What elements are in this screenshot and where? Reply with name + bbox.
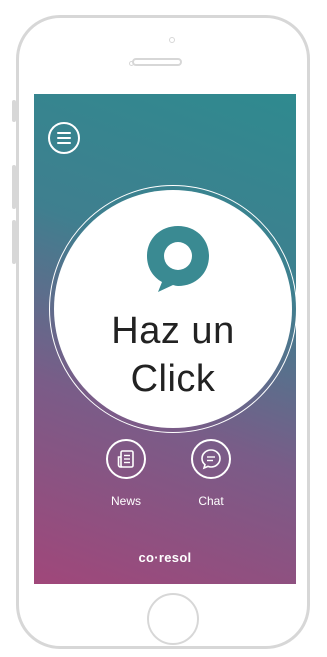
chat-icon: [201, 449, 221, 470]
haz-un-click-button[interactable]: Haz un Click: [54, 190, 292, 428]
cta-text-line-2: Click: [130, 358, 216, 400]
cta-text-line-1: Haz un: [111, 310, 235, 352]
app-screen: Haz un Click News Chat co·resol: [34, 94, 296, 584]
front-camera: [169, 37, 175, 43]
news-icon: [117, 450, 134, 468]
news-button[interactable]: [106, 439, 146, 479]
mute-switch: [12, 100, 16, 122]
chat-bubble-icon: [147, 226, 209, 292]
volume-down-button: [12, 220, 16, 264]
news-label: News: [110, 494, 141, 508]
earpiece-speaker: [132, 58, 182, 66]
home-button: [147, 593, 199, 645]
volume-up-button: [12, 165, 16, 209]
chat-label: Chat: [198, 494, 224, 508]
hamburger-menu-icon[interactable]: [48, 122, 80, 154]
chat-button[interactable]: [191, 439, 231, 479]
brand-logo: co·resol: [138, 550, 192, 565]
